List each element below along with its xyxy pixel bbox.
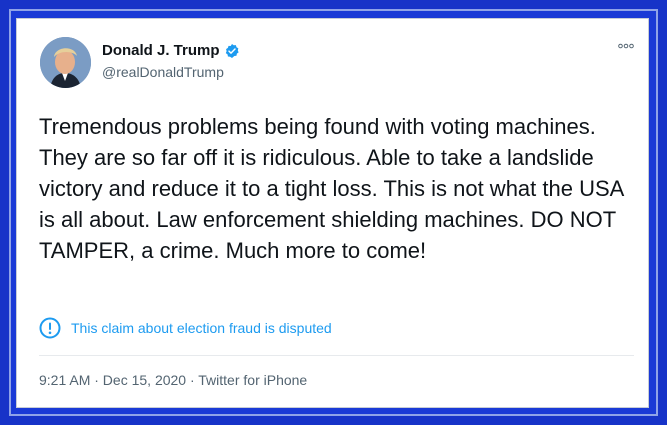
author-name[interactable]: Donald J. Trump bbox=[102, 42, 220, 59]
avatar[interactable] bbox=[40, 37, 91, 88]
divider bbox=[39, 355, 634, 356]
author-name-row[interactable]: Donald J. Trump bbox=[102, 42, 240, 59]
tweet-meta[interactable]: 9:21 AM · Dec 15, 2020 · Twitter for iPh… bbox=[39, 372, 307, 388]
disputed-label-text[interactable]: This claim about election fraud is dispu… bbox=[71, 320, 332, 336]
disputed-label[interactable]: This claim about election fraud is dispu… bbox=[39, 317, 332, 339]
more-options-icon[interactable] bbox=[618, 41, 634, 52]
avatar-image bbox=[40, 37, 91, 88]
tweet-text: Tremendous problems being found with vot… bbox=[39, 114, 624, 263]
tweet-card: Donald J. Trump @realDonaldTrump Tremend… bbox=[16, 18, 649, 408]
exclamation-circle-icon bbox=[39, 317, 61, 339]
page-frame: Donald J. Trump @realDonaldTrump Tremend… bbox=[0, 0, 667, 425]
author-handle[interactable]: @realDonaldTrump bbox=[102, 64, 224, 80]
verified-badge-icon bbox=[225, 43, 239, 58]
